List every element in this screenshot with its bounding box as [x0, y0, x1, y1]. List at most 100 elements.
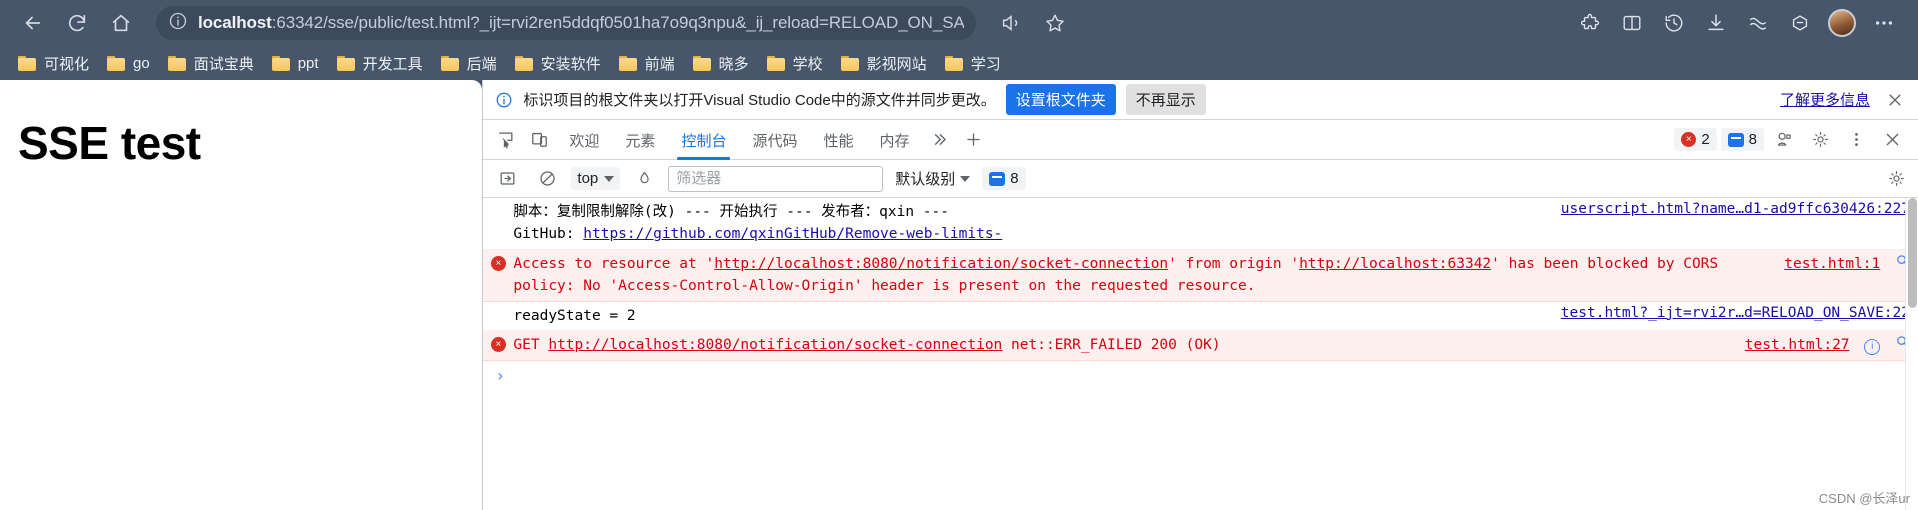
console-scrollbar[interactable] [1905, 198, 1918, 510]
bookmark-item[interactable]: ppt [266, 52, 331, 75]
browser-essentials-icon[interactable] [1780, 3, 1820, 43]
viewport: SSE test 标识项目的根文件夹以打开Visual Studio Code中… [0, 80, 1918, 510]
devtools-tabbar: 欢迎 元素 控制台 源代码 性能 内存 × 2 8 [483, 120, 1918, 160]
bookmark-item[interactable]: 影视网站 [835, 50, 939, 77]
console-message-list[interactable]: 脚本：复制限制解除(改) --- 开始执行 --- 发布者：qxin --- G… [483, 198, 1918, 510]
console-message-count-badge[interactable]: 8 [982, 167, 1026, 190]
console-message-log[interactable]: 脚本：复制限制解除(改) --- 开始执行 --- 发布者：qxin --- G… [483, 198, 1918, 250]
address-bar-url: localhost:63342/sse/public/test.html?_ij… [198, 13, 964, 33]
console-sidebar-toggle-icon[interactable] [491, 164, 523, 194]
watermark: CSDN @长泽ur [1818, 491, 1910, 506]
console-filter-input[interactable] [668, 165, 884, 192]
devtools-tabbar-right: × 2 8 [1674, 125, 1912, 155]
bookmark-label: 学校 [792, 55, 823, 73]
devtools-infobar: 标识项目的根文件夹以打开Visual Studio Code中的源文件并同步更改… [483, 80, 1918, 120]
source-link[interactable]: test.html:1 [1784, 256, 1880, 272]
more-tabs-chevron-icon[interactable] [924, 125, 956, 155]
message-source[interactable]: userscript.html?name…d1-ad9ffc630426:227 [1561, 201, 1918, 217]
infobar-message: 标识项目的根文件夹以打开Visual Studio Code中的源文件并同步更改… [523, 92, 996, 109]
error-count-badge[interactable]: × 2 [1674, 128, 1717, 151]
tab-welcome[interactable]: 欢迎 [557, 121, 611, 159]
bookmark-label: 面试宝典 [193, 55, 254, 73]
folder-icon [944, 55, 963, 71]
folder-icon [766, 55, 785, 71]
puzzle-icon[interactable] [1570, 3, 1610, 43]
page-content-pane: SSE test [0, 80, 483, 510]
learn-more-link[interactable]: 了解更多信息 [1780, 89, 1870, 110]
url-path: :63342/sse/public/test.html?_ijt=rvi2ren… [271, 13, 964, 32]
github-link[interactable]: https://github.com/qxinGitHub/Remove-web… [583, 226, 1002, 242]
devices-icon[interactable] [1768, 125, 1800, 155]
message-gutter: × [483, 253, 513, 271]
bookmark-item[interactable]: 前端 [613, 50, 687, 77]
message-source[interactable]: test.html?_ijt=rvi2r…d=RELOAD_ON_SAVE:22 [1561, 305, 1918, 321]
more-options-icon[interactable] [1840, 125, 1872, 155]
console-message-log[interactable]: readyState = 2 test.html?_ijt=rvi2r…d=RE… [483, 302, 1918, 332]
close-devtools-icon[interactable] [1876, 125, 1908, 155]
info-icon[interactable]: i [1864, 338, 1881, 355]
tab-performance[interactable]: 性能 [811, 121, 865, 159]
execution-context-select[interactable]: top [571, 167, 621, 190]
net-status-extra: (OK) [1185, 337, 1221, 354]
tab-memory[interactable]: 内存 [867, 121, 921, 159]
message-source[interactable]: test.html:1 [1784, 253, 1918, 272]
favorite-star-icon[interactable] [1036, 4, 1074, 42]
device-toolbar-icon[interactable] [523, 125, 555, 155]
source-link[interactable]: test.html:27 [1745, 337, 1850, 353]
site-info-icon[interactable] [168, 11, 188, 36]
bookmark-item[interactable]: 可视化 [12, 50, 101, 77]
reload-icon[interactable] [58, 4, 96, 42]
history-icon[interactable] [1654, 3, 1694, 43]
request-url-link[interactable]: http://localhost:8080/notification/socke… [548, 337, 1002, 353]
console-message-error[interactable]: × Access to resource at 'http://localhos… [483, 249, 1918, 302]
add-panel-icon[interactable] [958, 125, 990, 155]
console-message-count: 8 [1010, 170, 1019, 187]
downloads-icon[interactable] [1696, 3, 1736, 43]
split-screen-icon[interactable] [1612, 3, 1652, 43]
settings-more-icon[interactable] [1864, 3, 1904, 43]
back-icon[interactable] [14, 4, 52, 42]
avatar [1828, 9, 1856, 37]
live-expression-eye-icon[interactable] [628, 164, 660, 194]
dont-show-again-button[interactable]: 不再显示 [1125, 84, 1206, 115]
source-link[interactable]: test.html?_ijt=rvi2r…d=RELOAD_ON_SAVE:22 [1561, 305, 1910, 321]
bookmark-item[interactable]: 学习 [939, 50, 1013, 77]
bookmark-item[interactable]: 面试宝典 [162, 50, 266, 77]
bookmark-item[interactable]: 开发工具 [331, 50, 435, 77]
clear-console-icon[interactable] [531, 164, 563, 194]
profile-avatar-icon[interactable] [1822, 3, 1862, 43]
bookmark-item[interactable]: 后端 [435, 50, 509, 77]
inspect-element-icon[interactable] [489, 125, 521, 155]
message-count-badge[interactable]: 8 [1720, 128, 1764, 151]
close-icon[interactable] [1880, 91, 1910, 109]
bookmark-label: ppt [297, 54, 319, 72]
address-bar[interactable]: localhost:63342/sse/public/test.html?_ij… [156, 6, 976, 40]
origin-url-link[interactable]: http://localhost:63342 [1299, 256, 1491, 272]
bookmark-item[interactable]: 晓多 [687, 50, 761, 77]
home-icon[interactable] [102, 4, 140, 42]
tab-sources[interactable]: 源代码 [740, 121, 809, 159]
console-message-error[interactable]: × GET http://localhost:8080/notification… [483, 331, 1918, 361]
collections-icon[interactable] [1738, 3, 1778, 43]
console-toolbar: top 默认级别 8 [483, 160, 1918, 198]
tab-console[interactable]: 控制台 [669, 121, 738, 160]
bookmark-item[interactable]: 安装软件 [509, 50, 613, 77]
tab-elements[interactable]: 元素 [613, 121, 667, 159]
error-part-3: ' from origin ' [1168, 255, 1300, 272]
bookmark-label: 可视化 [44, 55, 90, 73]
scrollbar-thumb[interactable] [1908, 198, 1917, 308]
source-link[interactable]: userscript.html?name…d1-ad9ffc630426:227 [1561, 201, 1910, 217]
message-line-1: 脚本：复制限制解除(改) --- 开始执行 --- 发布者：qxin --- [513, 204, 949, 220]
bookmarks-bar: 可视化 go 面试宝典 ppt 开发工具 后端 安装软件 前端 晓多 学校 影视… [0, 46, 1918, 80]
read-aloud-icon[interactable] [992, 4, 1030, 42]
bookmark-item[interactable]: 学校 [761, 50, 835, 77]
console-settings-gear-icon[interactable] [1887, 169, 1910, 188]
set-root-folder-button[interactable]: 设置根文件夹 [1005, 84, 1116, 115]
console-prompt[interactable]: › [483, 361, 1918, 390]
folder-icon [167, 55, 186, 71]
log-level-select[interactable]: 默认级别 [891, 165, 974, 192]
resource-url-link[interactable]: http://localhost:8080/notification/socke… [714, 256, 1168, 272]
message-source[interactable]: test.html:27 i [1745, 334, 1918, 355]
settings-gear-icon[interactable] [1804, 125, 1836, 155]
bookmark-item[interactable]: go [101, 52, 162, 75]
